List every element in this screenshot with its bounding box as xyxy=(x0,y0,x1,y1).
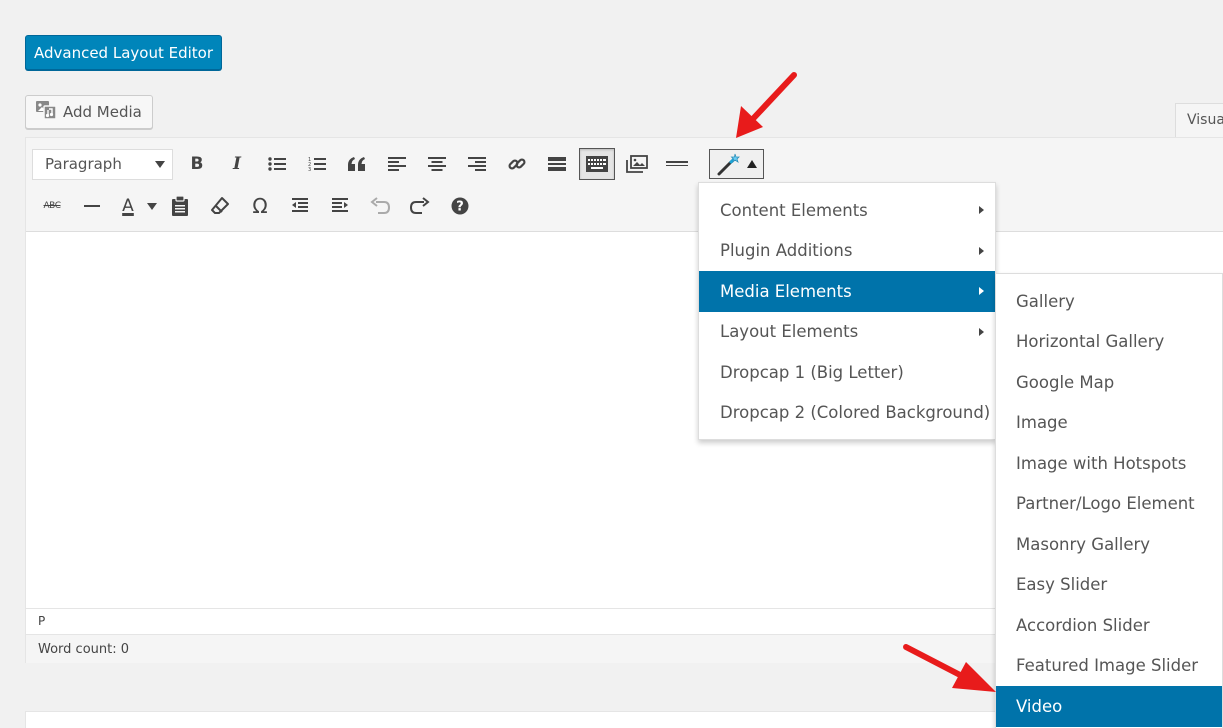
menu-item-media-elements[interactable]: Media Elements xyxy=(699,271,995,312)
link-icon xyxy=(508,158,526,170)
media-elements-submenu: Gallery Horizontal Gallery Google Map Im… xyxy=(995,273,1223,728)
add-media-button[interactable]: Add Media xyxy=(25,95,153,129)
help-glyph: ? xyxy=(456,200,464,215)
strikethrough-button[interactable]: ABC xyxy=(32,190,72,222)
keyboard-icon xyxy=(586,156,608,172)
menu-item-label: Plugin Additions xyxy=(720,241,853,261)
blockquote-button[interactable] xyxy=(337,148,377,180)
chevron-right-icon xyxy=(979,206,984,214)
menu-item-label: Media Elements xyxy=(720,281,852,301)
svg-text:3: 3 xyxy=(308,167,311,172)
align-right-button[interactable] xyxy=(457,148,497,180)
add-media-icon xyxy=(35,100,57,124)
indent-icon xyxy=(332,198,348,212)
magic-wand-icon xyxy=(717,153,740,176)
shortcode-menu: Content Elements Plugin Additions Media … xyxy=(698,182,996,440)
chevron-right-icon xyxy=(979,246,984,255)
read-more-button[interactable] xyxy=(537,148,577,180)
special-character-button[interactable]: Ω xyxy=(240,190,280,222)
redo-icon xyxy=(410,197,430,214)
format-select[interactable]: Paragraph xyxy=(32,148,173,180)
clipboard-icon xyxy=(172,196,188,216)
align-left-button[interactable] xyxy=(377,148,417,180)
decrease-indent-button[interactable] xyxy=(280,190,320,222)
clear-formatting-button[interactable] xyxy=(200,190,240,222)
caret-up-icon xyxy=(747,160,757,168)
toolbar-row-1: Paragraph B I 123 xyxy=(32,148,764,180)
outdent-icon xyxy=(292,198,308,212)
submenu-item-horizontal-gallery[interactable]: Horizontal Gallery xyxy=(996,322,1222,363)
advanced-layout-editor-button[interactable]: Advanced Layout Editor xyxy=(25,35,222,70)
tab-visual[interactable]: Visual xyxy=(1175,103,1223,138)
horizontal-line-icon xyxy=(666,161,688,166)
eraser-icon xyxy=(211,197,229,214)
submenu-item-accordion-slider[interactable]: Accordion Slider xyxy=(996,605,1222,646)
menu-item-label: Dropcap 2 (Colored Background) xyxy=(720,403,991,423)
italic-button[interactable]: I xyxy=(217,148,257,180)
align-center-button[interactable] xyxy=(417,148,457,180)
horizontal-line-button[interactable] xyxy=(72,190,112,222)
menu-item-label: Layout Elements xyxy=(720,322,859,342)
chevron-down-icon xyxy=(155,160,165,168)
undo-icon xyxy=(370,197,390,214)
read-more-icon xyxy=(548,157,566,171)
submenu-item-google-map[interactable]: Google Map xyxy=(996,362,1222,403)
align-left-icon xyxy=(388,157,406,171)
insert-gallery-button[interactable] xyxy=(617,148,657,180)
toolbar-toggle-button[interactable] xyxy=(579,148,615,180)
submenu-item-easy-slider[interactable]: Easy Slider xyxy=(996,565,1222,606)
menu-item-dropcap-2[interactable]: Dropcap 2 (Colored Background) xyxy=(699,393,995,434)
submenu-item-partner-logo[interactable]: Partner/Logo Element xyxy=(996,484,1222,525)
horizontal-rule-button-top[interactable] xyxy=(657,148,697,180)
increase-indent-button[interactable] xyxy=(320,190,360,222)
blockquote-icon xyxy=(348,157,365,171)
help-button[interactable]: ? xyxy=(440,190,480,222)
menu-item-label: Content Elements xyxy=(720,200,868,220)
menu-item-layout-elements[interactable]: Layout Elements xyxy=(699,312,995,353)
paste-text-button[interactable] xyxy=(160,190,200,222)
menu-item-dropcap-1[interactable]: Dropcap 1 (Big Letter) xyxy=(699,352,995,393)
shortcode-wand-button[interactable] xyxy=(709,149,764,179)
insert-link-button[interactable] xyxy=(497,148,537,180)
submenu-item-featured-image-slider[interactable]: Featured Image Slider xyxy=(996,646,1222,687)
help-icon: ? xyxy=(451,197,469,215)
gallery-icon xyxy=(626,155,648,173)
numbered-list-button[interactable]: 123 xyxy=(297,148,337,180)
align-right-icon xyxy=(468,157,486,171)
redo-button[interactable] xyxy=(400,190,440,222)
submenu-item-masonry-gallery[interactable]: Masonry Gallery xyxy=(996,524,1222,565)
add-media-label: Add Media xyxy=(63,103,142,121)
bold-button[interactable]: B xyxy=(177,148,217,180)
chevron-down-icon xyxy=(147,202,157,210)
annotation-arrow-icon xyxy=(736,72,797,138)
submenu-item-gallery[interactable]: Gallery xyxy=(996,281,1222,322)
bulleted-list-icon xyxy=(268,157,286,171)
submenu-item-video[interactable]: Video xyxy=(996,686,1222,727)
text-color-dropdown[interactable] xyxy=(144,190,160,222)
text-color-button[interactable]: A xyxy=(112,190,144,222)
bulleted-list-button[interactable] xyxy=(257,148,297,180)
numbered-list-icon: 123 xyxy=(308,157,326,172)
editor-toolbar: Paragraph B I 123 ABC A Ω ? xyxy=(26,138,1223,232)
align-center-icon xyxy=(428,157,446,171)
toolbar-row-2: ABC A Ω ? xyxy=(32,190,480,222)
chevron-right-icon xyxy=(979,287,984,295)
menu-item-label: Dropcap 1 (Big Letter) xyxy=(720,362,904,382)
format-select-value: Paragraph xyxy=(45,155,122,173)
minus-icon xyxy=(84,205,100,207)
undo-button[interactable] xyxy=(360,190,400,222)
menu-item-content-elements[interactable]: Content Elements xyxy=(699,190,995,231)
chevron-right-icon xyxy=(979,327,984,336)
submenu-item-image[interactable]: Image xyxy=(996,403,1222,444)
menu-item-plugin-additions[interactable]: Plugin Additions xyxy=(699,231,995,272)
submenu-item-image-with-hotspots[interactable]: Image with Hotspots xyxy=(996,443,1222,484)
